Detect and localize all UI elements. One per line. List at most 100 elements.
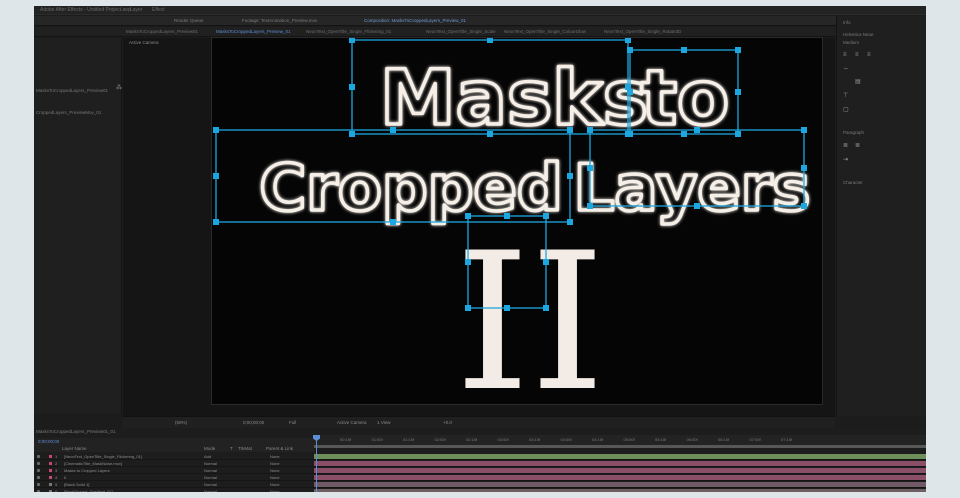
mask-handle[interactable] [543,213,549,219]
mask-handle[interactable] [349,84,355,90]
network-icon[interactable]: ⁂ [116,84,122,91]
layer-row[interactable]: 4 II Normal None [34,474,314,481]
current-time-indicator[interactable] [316,435,317,492]
mask-handle[interactable] [390,219,396,225]
mask-handle[interactable] [681,131,687,137]
comp-tab-2[interactable]: NeonText_OpenTitle_Single_Flickering_01 [306,29,391,34]
visibility-eye-icon[interactable] [37,462,40,465]
layer-duration-bar[interactable] [314,482,926,487]
mask-handle[interactable] [627,131,633,137]
mask-handle[interactable] [735,131,741,137]
comp-tab-4[interactable]: NeonText_OpenTitle_Single_ColourGlow [504,29,586,34]
layer-row[interactable]: 1 [NeonText_OpenTitle_Single_Flickering_0… [34,453,314,460]
layer-mode[interactable]: Normal [204,489,217,492]
tsume-icon[interactable]: ▢ [843,106,849,113]
layer-name[interactable]: [NeonText_OpenTitle_Single_Flickering_01… [64,454,142,459]
layer-name[interactable]: [BackGround_Gradient_01] [64,489,113,492]
mask-handle[interactable] [213,127,219,133]
mask-handle[interactable] [213,173,219,179]
layer-name[interactable]: [CinematicTitle_MaskNoise.mov] [64,461,122,466]
comp-tab-3[interactable]: NeonText_OpenTitle_Single_Scale [426,29,496,34]
paragraph-section[interactable]: Paragraph [843,130,864,135]
layer-parent[interactable]: None [270,475,280,480]
mask-handle[interactable] [735,89,741,95]
layer-duration-bar[interactable] [314,454,926,459]
mask-handle[interactable] [587,165,593,171]
zoom-dropdown[interactable]: (50%) [175,420,187,425]
tab-render-queue[interactable]: Render Queue [174,18,204,23]
mask-handle[interactable] [694,203,700,209]
layer-color-swatch[interactable] [49,469,52,472]
mask-handle[interactable] [587,203,593,209]
align-right-icon[interactable]: ≡ [867,52,871,58]
info-panel-title[interactable]: Info [843,20,851,25]
mask-handle[interactable] [349,131,355,137]
tab-footage[interactable]: Footage: TextAnimation_Preview.mov [242,18,317,23]
view-dropdown[interactable]: 1 View [377,420,390,425]
visibility-eye-icon[interactable] [37,490,40,492]
mask-handle[interactable] [627,47,633,53]
timeline-timecode[interactable]: 0;00;00;00 [38,439,59,444]
mask-handle[interactable] [504,213,510,219]
align-left-icon[interactable]: ≡ [843,52,847,58]
mask-handle[interactable] [487,131,493,137]
layer-duration-bar[interactable] [314,489,926,492]
tab-composition[interactable]: Composition: MasksToCroppedLayers_Previe… [364,18,466,23]
comp-tab-1[interactable]: MasksToCroppedLayers_Preview_01 [216,29,291,34]
layer-name[interactable]: [Black Solid 1] [64,482,89,487]
mask-handle[interactable] [625,38,631,43]
project-item[interactable]: CroppedLayers_PreviewMov_01 [36,110,101,115]
mask-handle[interactable] [465,305,471,311]
layer-mode[interactable]: Normal [204,461,217,466]
comp-tab-0[interactable]: MasksToCroppedLayers_Preview01 [126,29,198,34]
mask-handle[interactable] [801,165,807,171]
menu-layer[interactable]: Layer [130,7,143,13]
mask-handle[interactable] [504,305,510,311]
time-readout[interactable]: 0;00;00;00 [243,420,264,425]
character-section[interactable]: Character [843,180,863,185]
mask-handle[interactable] [487,38,493,43]
layer-mode[interactable]: Add [204,454,211,459]
layer-color-swatch[interactable] [49,455,52,458]
kerning-icon[interactable]: ⇔ [843,66,849,72]
layer-row[interactable]: 6 [BackGround_Gradient_01] Normal None [34,488,314,492]
layer-row[interactable]: 2 [CinematicTitle_MaskNoise.mov] Normal Non… [34,460,314,467]
mask-handle[interactable] [587,127,593,133]
work-area-bar[interactable] [314,445,926,448]
baseline-icon[interactable]: ⊤ [843,92,848,99]
layer-duration-bar[interactable] [314,461,926,466]
layer-color-swatch[interactable] [49,490,52,492]
mask-handle[interactable] [213,219,219,225]
composition-viewer[interactable]: Active Camera II Masks to Cropped Layers [123,38,835,416]
resolution-dropdown[interactable]: Full [289,420,296,425]
layer-duration-bar[interactable] [314,468,926,473]
layer-color-swatch[interactable] [49,462,52,465]
timeline-tab[interactable]: MasksToCroppedLayers_Preview01_01 [36,429,116,434]
mask-handle[interactable] [567,173,573,179]
layer-duration-bar[interactable] [314,475,926,480]
align-center-icon[interactable]: ≡ [855,52,859,58]
mask-handle[interactable] [543,259,549,265]
tracking-icon[interactable]: ▤ [855,78,861,85]
mask-handle[interactable] [465,259,471,265]
menu-effect[interactable]: Effect [152,7,165,13]
mask-handle[interactable] [567,127,573,133]
time-ruler[interactable]: 00:15f 01:00f 01:15f 02:00f 02:15f 03:00f 03:1… [314,435,926,445]
visibility-eye-icon[interactable] [37,469,40,472]
justify-center-icon[interactable]: ≣ [855,142,860,149]
mask-handle[interactable] [801,203,807,209]
layer-parent[interactable]: None [270,482,280,487]
camera-dropdown[interactable]: Active Camera [337,420,367,425]
layer-row[interactable]: 3 Masks to Cropped Layers Normal None [34,467,314,474]
visibility-eye-icon[interactable] [37,476,40,479]
layer-parent[interactable]: None [270,468,280,473]
project-item[interactable]: MasksToCroppedLayers_Preview01 [36,88,108,93]
exposure-value[interactable]: +0.0 [443,420,452,425]
mask-handle[interactable] [390,127,396,133]
font-style[interactable]: Medium [843,40,859,45]
layer-name[interactable]: II [64,475,66,480]
layer-parent[interactable]: None [270,461,280,466]
mask-handle[interactable] [694,127,700,133]
visibility-eye-icon[interactable] [37,483,40,486]
comp-tab-5[interactable]: NeonText_OpenTitle_Single_Rotate3D [604,29,681,34]
